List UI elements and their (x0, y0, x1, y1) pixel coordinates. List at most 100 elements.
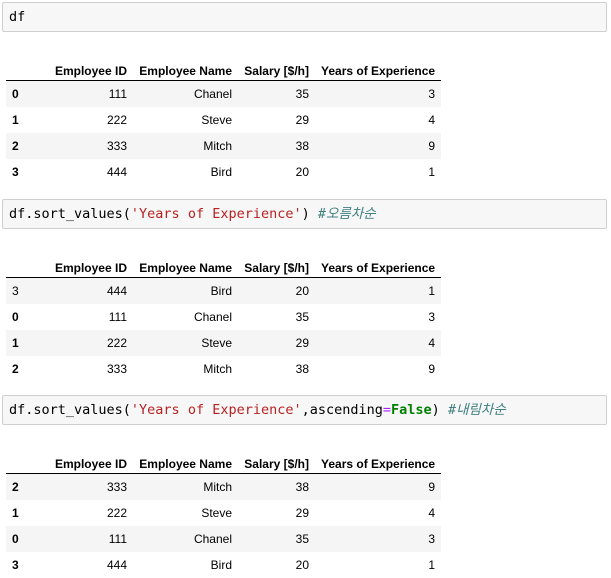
cell-employee-id: 333 (106, 362, 127, 376)
code-comment: #오름차순 (317, 206, 376, 222)
table-row: 2 333 Mitch 38 9 (6, 356, 441, 382)
col-header-salary: Salary [$/h] (238, 48, 315, 81)
col-header-employee-name: Employee Name (133, 441, 238, 474)
cell-employee-name: Mitch (203, 480, 232, 494)
code-text: df.sort_values( (9, 402, 131, 418)
code-cell-2[interactable]: df.sort_values('Years of Experience') #오… (2, 199, 607, 229)
cell-years: 4 (428, 506, 436, 520)
code-text: ) (431, 402, 448, 418)
row-index: 0 (12, 310, 19, 324)
row-index: 0 (12, 87, 19, 101)
cell-employee-id: 444 (106, 165, 127, 179)
cell-years: 3 (428, 87, 436, 101)
row-index: 0 (12, 532, 19, 546)
cell-salary: 29 (295, 506, 309, 520)
row-index: 3 (12, 165, 19, 179)
table-row: 0 111 Chanel 35 3 (6, 526, 442, 552)
cell-employee-id: 222 (106, 506, 127, 520)
cell-salary: 20 (295, 284, 309, 298)
row-index: 2 (12, 480, 19, 494)
cell-employee-name: Bird (210, 558, 232, 572)
col-header-employee-id: Employee ID (33, 245, 133, 278)
col-header-employee-name: Employee Name (133, 48, 238, 81)
cell-salary: 20 (295, 558, 309, 572)
col-header-years: Years of Experience (315, 245, 442, 278)
cell-employee-id: 444 (106, 558, 127, 572)
code-string: 'Years of Experience' (130, 206, 302, 222)
cell-salary: 20 (295, 165, 309, 179)
code-text: ) (301, 206, 318, 222)
cell-employee-id: 111 (108, 87, 127, 101)
cell-employee-name: Chanel (193, 87, 232, 101)
row-index: 2 (12, 362, 19, 376)
index-header (6, 245, 33, 278)
cell-salary: 29 (295, 336, 309, 350)
table-row: 3 444 Bird 20 1 (6, 552, 441, 578)
code-text: df.sort_values( (9, 206, 131, 222)
table-row: 1 222 Steve 29 4 (6, 107, 441, 133)
cell-employee-id: 111 (108, 532, 127, 546)
cell-years: 4 (428, 336, 436, 350)
cell-years: 9 (428, 139, 436, 153)
cell-employee-id: 111 (108, 310, 127, 324)
cell-employee-name: Chanel (193, 310, 232, 324)
cell-employee-name: Steve (201, 113, 232, 127)
col-header-employee-name: Employee Name (133, 245, 238, 278)
cell-employee-name: Bird (210, 165, 232, 179)
col-header-years: Years of Experience (315, 441, 442, 474)
code-cell-1[interactable]: df (2, 2, 607, 32)
cell-salary: 35 (295, 532, 309, 546)
cell-employee-name: Steve (201, 336, 232, 350)
code-text: ,ascending (301, 402, 383, 418)
code-keyword: False (391, 402, 432, 418)
table-row: 0 111 Chanel 35 3 (6, 80, 442, 107)
col-header-salary: Salary [$/h] (238, 441, 315, 474)
index-header (6, 441, 33, 474)
row-index: 3 (12, 284, 19, 298)
cell-years: 9 (428, 480, 436, 494)
row-index: 1 (12, 336, 19, 350)
table-row: 2 333 Mitch 38 9 (6, 133, 442, 159)
index-header (6, 48, 33, 81)
col-header-salary: Salary [$/h] (238, 245, 315, 278)
dataframe-table-2: Employee ID Employee Name Salary [$/h] Y… (6, 245, 442, 382)
table-row: 2 333 Mitch 38 9 (6, 473, 442, 500)
code-cell-3[interactable]: df.sort_values('Years of Experience',asc… (2, 395, 607, 425)
row-index: 2 (12, 139, 19, 153)
cell-employee-id: 444 (106, 284, 127, 298)
table-row: 1 222 Steve 29 4 (6, 330, 442, 356)
cell-years: 4 (428, 113, 436, 127)
code-text: df (9, 9, 26, 25)
cell-employee-name: Mitch (203, 362, 232, 376)
row-index: 1 (12, 506, 19, 520)
table-row: 3 444 Bird 20 1 (6, 277, 442, 304)
cell-years: 3 (428, 532, 436, 546)
cell-employee-id: 222 (106, 336, 127, 350)
row-index: 3 (12, 558, 19, 572)
code-operator: = (382, 402, 392, 418)
cell-years: 1 (428, 284, 436, 298)
cell-employee-name: Mitch (203, 139, 232, 153)
table-row: 3 444 Bird 20 1 (6, 159, 441, 185)
cell-salary: 35 (295, 87, 309, 101)
col-header-years: Years of Experience (315, 48, 442, 81)
cell-employee-name: Steve (201, 506, 232, 520)
row-index: 1 (12, 113, 19, 127)
cell-years: 3 (428, 310, 436, 324)
code-comment: #내림차순 (447, 402, 506, 418)
cell-salary: 38 (295, 480, 309, 494)
cell-years: 1 (428, 558, 436, 572)
dataframe-table-3: Employee ID Employee Name Salary [$/h] Y… (6, 441, 442, 578)
cell-employee-id: 333 (106, 480, 127, 494)
cell-salary: 29 (295, 113, 309, 127)
cell-employee-name: Chanel (193, 532, 232, 546)
col-header-employee-id: Employee ID (33, 48, 133, 81)
dataframe-table-1: Employee ID Employee Name Salary [$/h] Y… (6, 48, 442, 185)
code-string: 'Years of Experience' (130, 402, 302, 418)
cell-salary: 38 (295, 362, 309, 376)
table-row: 1 222 Steve 29 4 (6, 500, 441, 526)
col-header-employee-id: Employee ID (33, 441, 133, 474)
cell-employee-id: 222 (106, 113, 127, 127)
table-row: 0 111 Chanel 35 3 (6, 304, 441, 330)
cell-employee-name: Bird (210, 284, 232, 298)
